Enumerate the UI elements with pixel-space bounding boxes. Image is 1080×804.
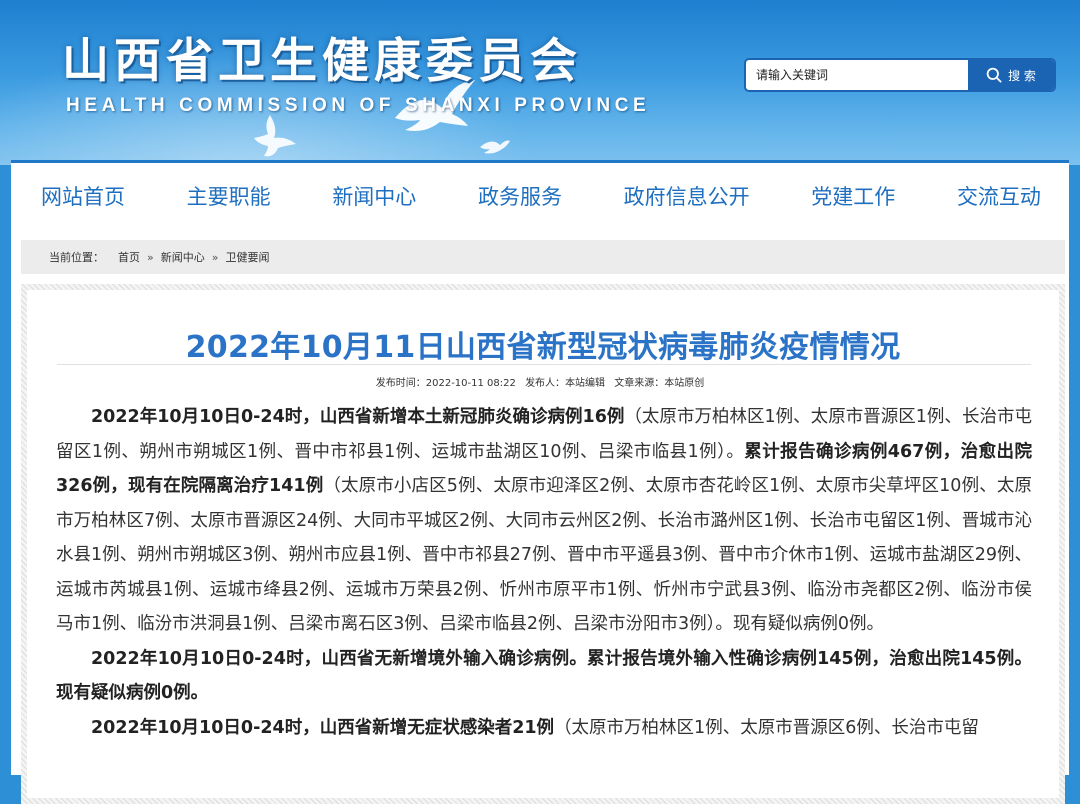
article-meta: 发布时间：2022-10-11 08:22 发布人：本站编辑 文章来源：本站原创	[27, 374, 1059, 389]
nav-item-news[interactable]: 新闻中心	[332, 181, 416, 211]
dove-icon	[480, 140, 510, 154]
article-title: 2022年10月11日山西省新型冠状病毒肺炎疫情情况	[185, 330, 901, 365]
paragraph: 2022年10月10日0-24时，山西省新增无症状感染者21例（太原市万柏林区1…	[91, 717, 979, 738]
paragraph: 2022年10月10日0-24时，山西省无新增境外输入确诊病例。累计报告境外输入…	[56, 648, 1032, 704]
paragraph: 2022年10月10日0-24时，山西省新增本土新冠肺炎确诊病例16例（太原市万…	[56, 407, 1032, 634]
title-divider	[57, 364, 1031, 365]
breadcrumb-separator: »	[147, 250, 154, 264]
breadcrumb: 当前位置： 首页 » 新闻中心 » 卫健要闻	[21, 240, 1065, 274]
breadcrumb-health-news[interactable]: 卫健要闻	[225, 249, 269, 265]
nav-item-disclosure[interactable]: 政府信息公开	[624, 181, 750, 211]
nav-item-services[interactable]: 政务服务	[478, 181, 562, 211]
breadcrumb-separator: »	[211, 250, 219, 264]
site-header: 山西省卫生健康委员会 HEALTH COMMISSION OF SHANXI P…	[0, 0, 1080, 165]
breadcrumb-home[interactable]: 首页	[118, 249, 140, 265]
article-source: 文章来源：本站原创	[614, 378, 705, 389]
article-frame: 2022年10月11日山西省新型冠状病毒肺炎疫情情况 发布时间：2022-10-…	[21, 284, 1065, 804]
site-title: 山西省卫生健康委员会	[62, 34, 582, 89]
nav-item-interaction[interactable]: 交流互动	[957, 181, 1041, 211]
search-input[interactable]	[746, 60, 968, 90]
nav-item-party[interactable]: 党建工作	[811, 181, 895, 211]
dove-icon	[254, 115, 296, 157]
site-subtitle: HEALTH COMMISSION OF SHANXI PROVINCE	[66, 95, 651, 116]
search-icon	[986, 67, 1002, 83]
search-box: 搜 索	[744, 58, 1056, 92]
breadcrumb-news[interactable]: 新闻中心	[161, 249, 205, 265]
nav-item-home[interactable]: 网站首页	[41, 181, 125, 211]
search-button-label: 搜 索	[1008, 68, 1036, 83]
article-container: 2022年10月11日山西省新型冠状病毒肺炎疫情情况 发布时间：2022-10-…	[27, 290, 1059, 798]
search-button[interactable]: 搜 索	[968, 60, 1054, 90]
nav-item-functions[interactable]: 主要职能	[187, 181, 271, 211]
publisher: 发布人：本站编辑	[525, 378, 606, 389]
breadcrumb-label: 当前位置：	[49, 251, 104, 264]
main-content: 当前位置： 首页 » 新闻中心 » 卫健要闻 2022年10月11日山西省新型冠…	[11, 228, 1069, 804]
publish-time: 发布时间：2022-10-11 08:22	[375, 378, 516, 389]
main-nav: 网站首页 主要职能 新闻中心 政务服务 政府信息公开 党建工作 交流互动	[11, 160, 1069, 228]
article-body: 2022年10月10日0-24时，山西省新增本土新冠肺炎确诊病例16例（太原市万…	[56, 400, 1032, 745]
